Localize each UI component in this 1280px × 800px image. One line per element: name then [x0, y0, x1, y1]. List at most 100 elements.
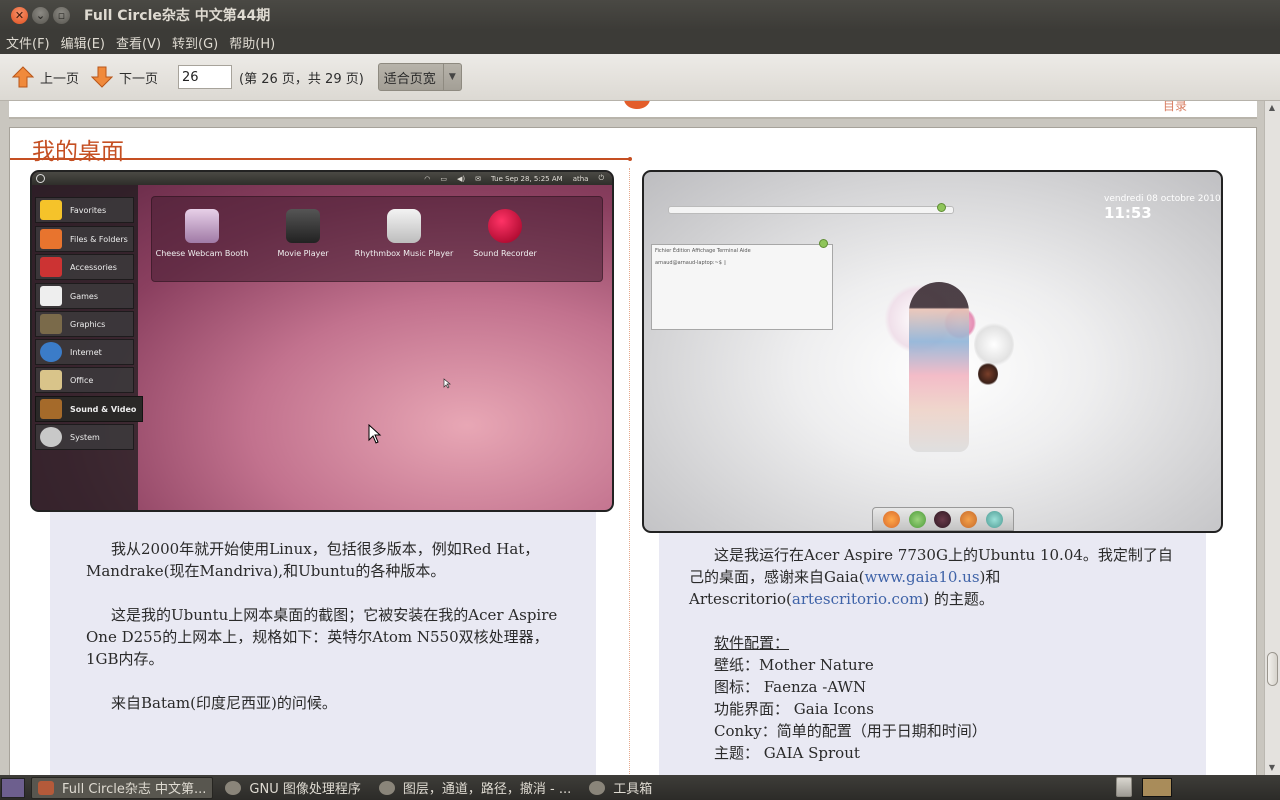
app-sound-recorder: Sound Recorder — [455, 209, 555, 259]
task-toolbox[interactable]: 工具箱 — [583, 777, 658, 799]
gimp-icon — [225, 780, 242, 795]
terminal-menu: Fichier Édition Affichage Terminal Aide — [655, 248, 751, 254]
prev-page-button[interactable]: 上一页 — [12, 66, 79, 88]
netbook-top-panel: ◠ ▭ ◀) ✉ Tue Sep 28, 5:25 AM atha ⏻ — [32, 172, 612, 185]
maximize-icon[interactable]: ▫ — [53, 6, 70, 24]
config-line-interface: 功能界面： Gaia Icons — [714, 700, 874, 718]
category-office: Office — [35, 367, 134, 393]
category-favorites: Favorites — [35, 197, 134, 223]
category-files-folders: Files & Folders — [35, 226, 134, 252]
gaia-dock — [872, 507, 1014, 531]
toolbar: 上一页 下一页 (第 26 页，共 29 页) 适合页宽 ▼ — [0, 54, 1280, 101]
media-icon — [40, 399, 62, 419]
brush-icon — [40, 314, 62, 334]
gear-icon — [40, 427, 62, 447]
bottom-panel: Full Circle杂志 中文第... GNU 图像处理程序 图层，通道，路径… — [0, 775, 1280, 800]
section-title: 我的桌面 — [32, 139, 124, 165]
vertical-scrollbar[interactable]: ▲ ▼ — [1264, 101, 1280, 775]
battery-icon: ▭ — [440, 174, 447, 183]
globe-icon — [40, 342, 62, 362]
netbook-app-grid: Cheese Webcam Booth Movie Player Rhythmb… — [151, 196, 603, 282]
zoom-select[interactable]: 适合页宽 ▼ — [377, 63, 462, 91]
config-line-icons: 图标： Faenza -AWN — [714, 678, 867, 696]
webcam-icon — [185, 209, 219, 243]
speaker-icon — [387, 209, 421, 243]
app-cheese: Cheese Webcam Booth — [152, 209, 252, 259]
arrow-up-icon — [12, 66, 34, 88]
task-document-viewer[interactable]: Full Circle杂志 中文第... — [31, 776, 214, 799]
next-page-button[interactable]: 下一页 — [91, 66, 158, 88]
page-count-info: (第 26 页，共 29 页) — [239, 71, 364, 87]
gaia-wallpaper-figure — [909, 282, 969, 452]
link-gaia[interactable]: www.gaia10.us — [865, 568, 980, 586]
category-games: Games — [35, 283, 134, 309]
right-paragraph-1: 这是我运行在Acer Aspire 7730G上的Ubuntu 10.04。我定… — [689, 546, 1173, 608]
panel-user: atha — [572, 174, 589, 183]
clapperboard-icon — [286, 209, 320, 243]
task-gimp[interactable]: GNU 图像处理程序 — [219, 777, 366, 799]
category-system: System — [35, 424, 134, 450]
terminal-prompt: arnaud@arnaud-laptop:~$ ▯ — [655, 260, 727, 266]
mouse-cursor-icon — [368, 424, 382, 444]
link-artescritorio[interactable]: artescritorio.com — [792, 590, 923, 608]
document-view[interactable]: 目录 我的桌面 ◠ ▭ ◀) ✉ Tue Sep 28, 5:25 AM ath… — [0, 101, 1280, 775]
flower-decoration — [974, 322, 1014, 367]
menu-file[interactable]: 文件(F) — [1, 33, 55, 52]
document-icon — [38, 780, 54, 795]
window-controls: ✕ ⌄ ▫ — [11, 6, 70, 24]
left-paragraph-3: 来自Batam(印度尼西亚)的问候。 — [111, 694, 337, 712]
hanging-ornament — [978, 362, 998, 386]
gaia-bar-indicator — [937, 203, 946, 212]
window-title: Full Circle杂志 中文第44期 — [84, 8, 271, 24]
orange-circle-decoration — [624, 101, 650, 109]
menu-view[interactable]: 查看(V) — [111, 33, 166, 52]
wifi-icon: ◠ — [424, 174, 431, 183]
dock-icon-3 — [934, 510, 952, 528]
minimize-icon[interactable]: ⌄ — [32, 6, 49, 24]
gaia-time: 11:53 — [1104, 204, 1152, 222]
task-layers-dialog[interactable]: 图层，通道，路径，撤消 - ... — [373, 777, 577, 799]
show-desktop-icon[interactable] — [1, 777, 25, 798]
menu-bar: 文件(F) 编辑(E) 查看(V) 转到(G) 帮助(H) — [0, 30, 1280, 54]
folder-icon — [40, 229, 62, 249]
gaia-date: vendredi 08 octobre 2010 — [1104, 194, 1221, 204]
category-sound-video: Sound & Video — [35, 396, 143, 422]
gaia-clock: vendredi 08 octobre 2010 11:53 — [1104, 194, 1221, 222]
page-number-input[interactable] — [178, 65, 233, 89]
category-accessories: Accessories — [35, 254, 134, 280]
window-titlebar: ✕ ⌄ ▫ Full Circle杂志 中文第44期 — [0, 0, 1280, 30]
close-icon[interactable]: ✕ — [11, 6, 28, 24]
chevron-down-icon: ▼ — [442, 64, 461, 90]
previous-page-text: 目录 — [1163, 101, 1188, 113]
scroll-up-icon[interactable]: ▲ — [1265, 101, 1279, 115]
next-page-label: 下一页 — [119, 71, 159, 87]
zoom-label: 适合页宽 — [383, 71, 436, 87]
mail-icon: ✉ — [475, 174, 481, 183]
arrow-down-icon — [91, 66, 114, 88]
menu-help[interactable]: 帮助(H) — [224, 33, 280, 52]
dock-icon-2 — [908, 510, 926, 528]
menu-go[interactable]: 转到(G) — [167, 33, 223, 52]
scrollbar-thumb[interactable] — [1267, 652, 1278, 686]
gaia-terminal-window: Fichier Édition Affichage Terminal Aide … — [651, 244, 833, 330]
menu-edit[interactable]: 编辑(E) — [56, 33, 110, 52]
cards-icon — [40, 286, 62, 306]
category-internet: Internet — [35, 339, 134, 365]
title-rule — [10, 157, 632, 161]
spreadsheet-icon — [40, 370, 62, 390]
scroll-down-icon[interactable]: ▼ — [1265, 761, 1279, 775]
volume-icon: ◀) — [456, 174, 466, 183]
previous-page-fragment: 目录 — [9, 101, 1257, 119]
gaia-desktop-screenshot: Fichier Édition Affichage Terminal Aide … — [642, 170, 1223, 533]
microphone-icon — [488, 209, 522, 243]
category-graphics: Graphics — [35, 311, 134, 337]
star-icon — [40, 200, 62, 220]
left-paragraph-1: 我从2000年就开始使用Linux，包括很多版本，例如Red Hat，Mandr… — [86, 540, 540, 580]
tools-icon — [40, 257, 62, 277]
trash-icon[interactable] — [1116, 777, 1132, 797]
app-rhythmbox: Rhythmbox Music Player — [354, 209, 454, 259]
dock-icon-4 — [960, 510, 978, 528]
workspace-switcher[interactable] — [1142, 778, 1172, 797]
gaia-terminal-indicator — [819, 239, 828, 248]
config-line-conky: Conky：简单的配置（用于日期和时间） — [714, 722, 987, 740]
